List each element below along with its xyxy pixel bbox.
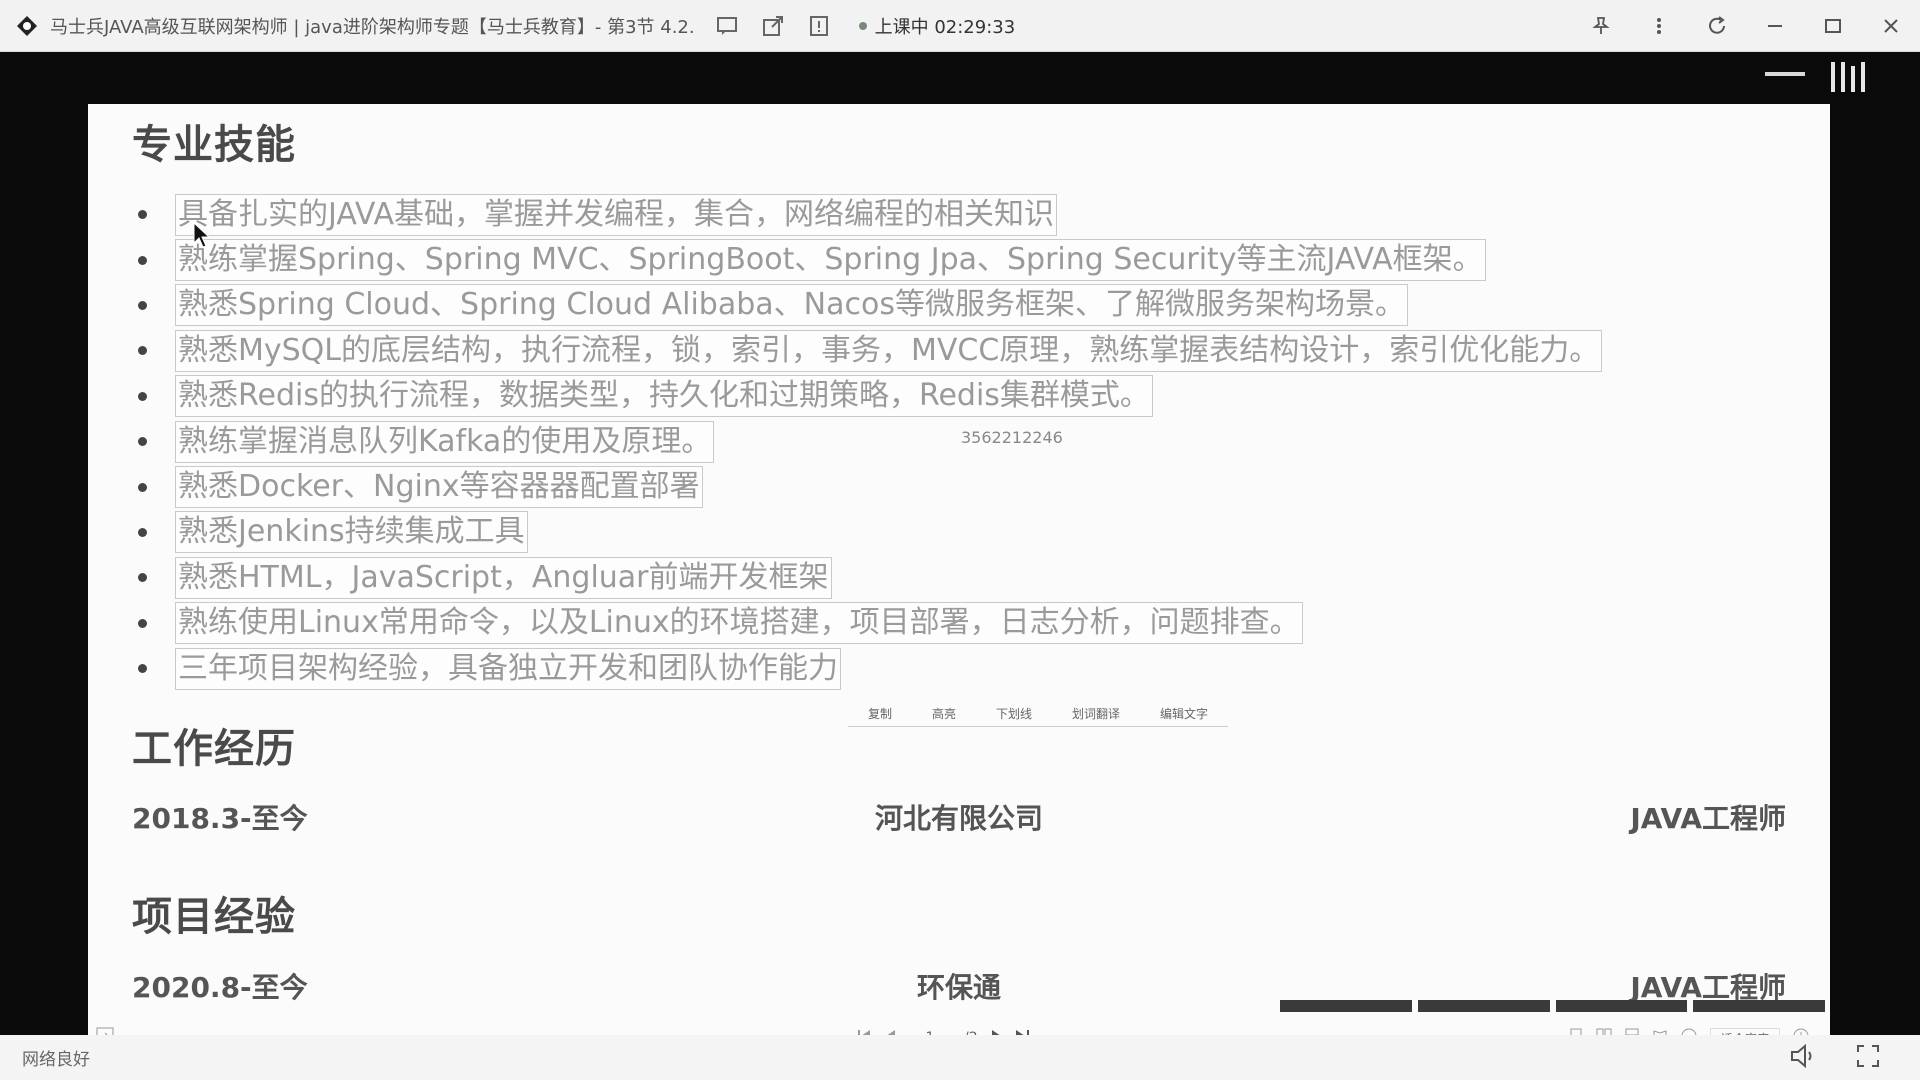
title-bar: 马士兵JAVA高级互联网架构师 | java进阶架构师专题【马士兵教育】- 第3… <box>0 0 1920 52</box>
live-status: 上课中 02:29:33 <box>858 13 1016 39</box>
skill-text[interactable]: 熟练掌握消息队列Kafka的使用及原理。 <box>175 420 715 463</box>
player-controls <box>1790 1043 1880 1072</box>
list-item: 具备扎实的JAVA基础，掌握并发编程，集合，网络编程的相关知识 <box>138 192 1602 237</box>
bullet-icon <box>138 346 147 356</box>
bullet-icon <box>138 664 147 674</box>
bullet-icon <box>138 255 147 265</box>
underline-menu-item[interactable]: 下划线 <box>996 705 1032 722</box>
pdf-document-page[interactable]: 专业技能 具备扎实的JAVA基础，掌握并发编程，集合，网络编程的相关知识 熟练掌… <box>88 104 1830 1052</box>
skill-text[interactable]: 熟悉Jenkins持续集成工具 <box>175 511 528 554</box>
maximize-icon[interactable] <box>1804 0 1862 52</box>
live-status-text: 上课中 02:29:33 <box>874 16 1016 38</box>
thumbnail <box>1693 1000 1825 1012</box>
bullet-icon <box>138 210 147 220</box>
bullet-icon <box>138 482 147 492</box>
copy-menu-item[interactable]: 复制 <box>868 705 892 722</box>
pin-icon[interactable] <box>1572 0 1630 52</box>
live-dot-icon <box>858 21 867 30</box>
list-item: 熟悉HTML，JavaScript，Angluar前端开发框架 <box>138 555 1602 600</box>
bullet-icon <box>138 573 147 583</box>
video-thumbnail-strip <box>1280 1000 1825 1012</box>
list-item: 三年项目架构经验，具备独立开发和团队协作能力 <box>138 646 1602 691</box>
network-status: 网络良好 <box>22 1050 90 1070</box>
window-controls <box>1572 0 1920 52</box>
skills-heading: 专业技能 <box>132 122 296 168</box>
skill-text[interactable]: 熟悉MySQL的底层结构，执行流程，锁，索引，事务，MVCC原理，熟练掌握表结构… <box>175 329 1603 372</box>
app-logo-icon <box>14 13 40 39</box>
work-role: JAVA工程师 <box>1630 802 1786 835</box>
list-item: 熟悉Spring Cloud、Spring Cloud Alibaba、Naco… <box>138 283 1602 328</box>
refresh-icon[interactable] <box>1688 0 1746 52</box>
skills-list: 具备扎实的JAVA基础，掌握并发编程，集合，网络编程的相关知识 熟练掌握Spri… <box>138 192 1603 691</box>
skill-text[interactable]: 熟悉Redis的执行流程，数据类型，持久化和过期策略，Redis集群模式。 <box>175 375 1153 418</box>
skill-text[interactable]: 具备扎实的JAVA基础，掌握并发编程，集合，网络编程的相关知识 <box>175 193 1058 236</box>
list-item: 熟悉Docker、Nginx等容器器配置部署 <box>138 464 1602 509</box>
list-item: 熟练掌握Spring、Spring MVC、SpringBoot、Spring … <box>138 237 1602 282</box>
skill-text[interactable]: 熟悉Docker、Nginx等容器器配置部署 <box>175 466 703 509</box>
skill-text[interactable]: 三年项目架构经验，具备独立开发和团队协作能力 <box>175 647 841 690</box>
video-stream[interactable]: 专业技能 具备扎实的JAVA基础，掌握并发编程，集合，网络编程的相关知识 熟练掌… <box>0 52 1920 1052</box>
work-company: 河北有限公司 <box>874 802 1043 835</box>
highlight-menu-item[interactable]: 高亮 <box>932 705 956 722</box>
user-id-watermark: 3562212246 <box>961 428 1063 447</box>
more-icon[interactable] <box>1630 0 1688 52</box>
fullscreen-icon[interactable] <box>1856 1044 1880 1072</box>
bullet-icon <box>138 527 147 537</box>
share-icon[interactable] <box>759 12 787 40</box>
skill-text[interactable]: 熟悉Spring Cloud、Spring Cloud Alibaba、Naco… <box>175 284 1408 327</box>
mouse-cursor-icon <box>193 221 211 252</box>
skill-text[interactable]: 熟练掌握Spring、Spring MVC、SpringBoot、Spring … <box>175 239 1486 282</box>
chat-icon[interactable] <box>713 12 741 40</box>
skill-text[interactable]: 熟悉HTML，JavaScript，Angluar前端开发框架 <box>175 556 832 599</box>
list-item: 熟悉MySQL的底层结构，执行流程，锁，索引，事务，MVCC原理，熟练掌握表结构… <box>138 328 1603 373</box>
work-heading: 工作经历 <box>132 726 296 772</box>
bullet-icon <box>138 618 147 628</box>
thumbnail <box>1280 1000 1412 1012</box>
bullet-icon <box>138 300 147 310</box>
list-item: 熟悉Jenkins持续集成工具 <box>138 510 1602 555</box>
edit-text-menu-item[interactable]: 编辑文字 <box>1160 705 1208 722</box>
list-item: 熟练使用Linux常用命令，以及Linux的环境搭建，项目部署，日志分析，问题排… <box>138 601 1602 646</box>
status-bar: 网络良好 <box>0 1035 1920 1080</box>
volume-icon[interactable] <box>1790 1043 1816 1072</box>
thumbnail <box>1555 1000 1688 1012</box>
work-period: 2018.3-至今 <box>132 802 308 835</box>
list-item: 熟练掌握消息队列Kafka的使用及原理。 <box>138 419 1602 464</box>
thumbnail <box>1417 1000 1550 1012</box>
bullet-icon <box>138 437 147 447</box>
skill-text[interactable]: 熟练使用Linux常用命令，以及Linux的环境搭建，项目部署，日志分析，问题排… <box>175 602 1303 645</box>
report-icon[interactable] <box>805 12 833 40</box>
close-icon[interactable] <box>1862 0 1920 52</box>
minimize-icon[interactable] <box>1746 0 1804 52</box>
project-heading: 项目经验 <box>132 894 296 940</box>
bilibili-watermark-icon <box>1745 52 1885 104</box>
selection-context-menu: 复制 高亮 下划线 划词翻译 编辑文字 <box>848 700 1228 727</box>
list-item: 熟悉Redis的执行流程，数据类型，持久化和过期策略，Redis集群模式。 <box>138 374 1602 419</box>
project-period: 2020.8-至今 <box>132 971 308 1004</box>
window-title: 马士兵JAVA高级互联网架构师 | java进阶架构师专题【马士兵教育】- 第3… <box>50 16 695 38</box>
bullet-icon <box>138 391 147 401</box>
translate-menu-item[interactable]: 划词翻译 <box>1072 705 1120 722</box>
